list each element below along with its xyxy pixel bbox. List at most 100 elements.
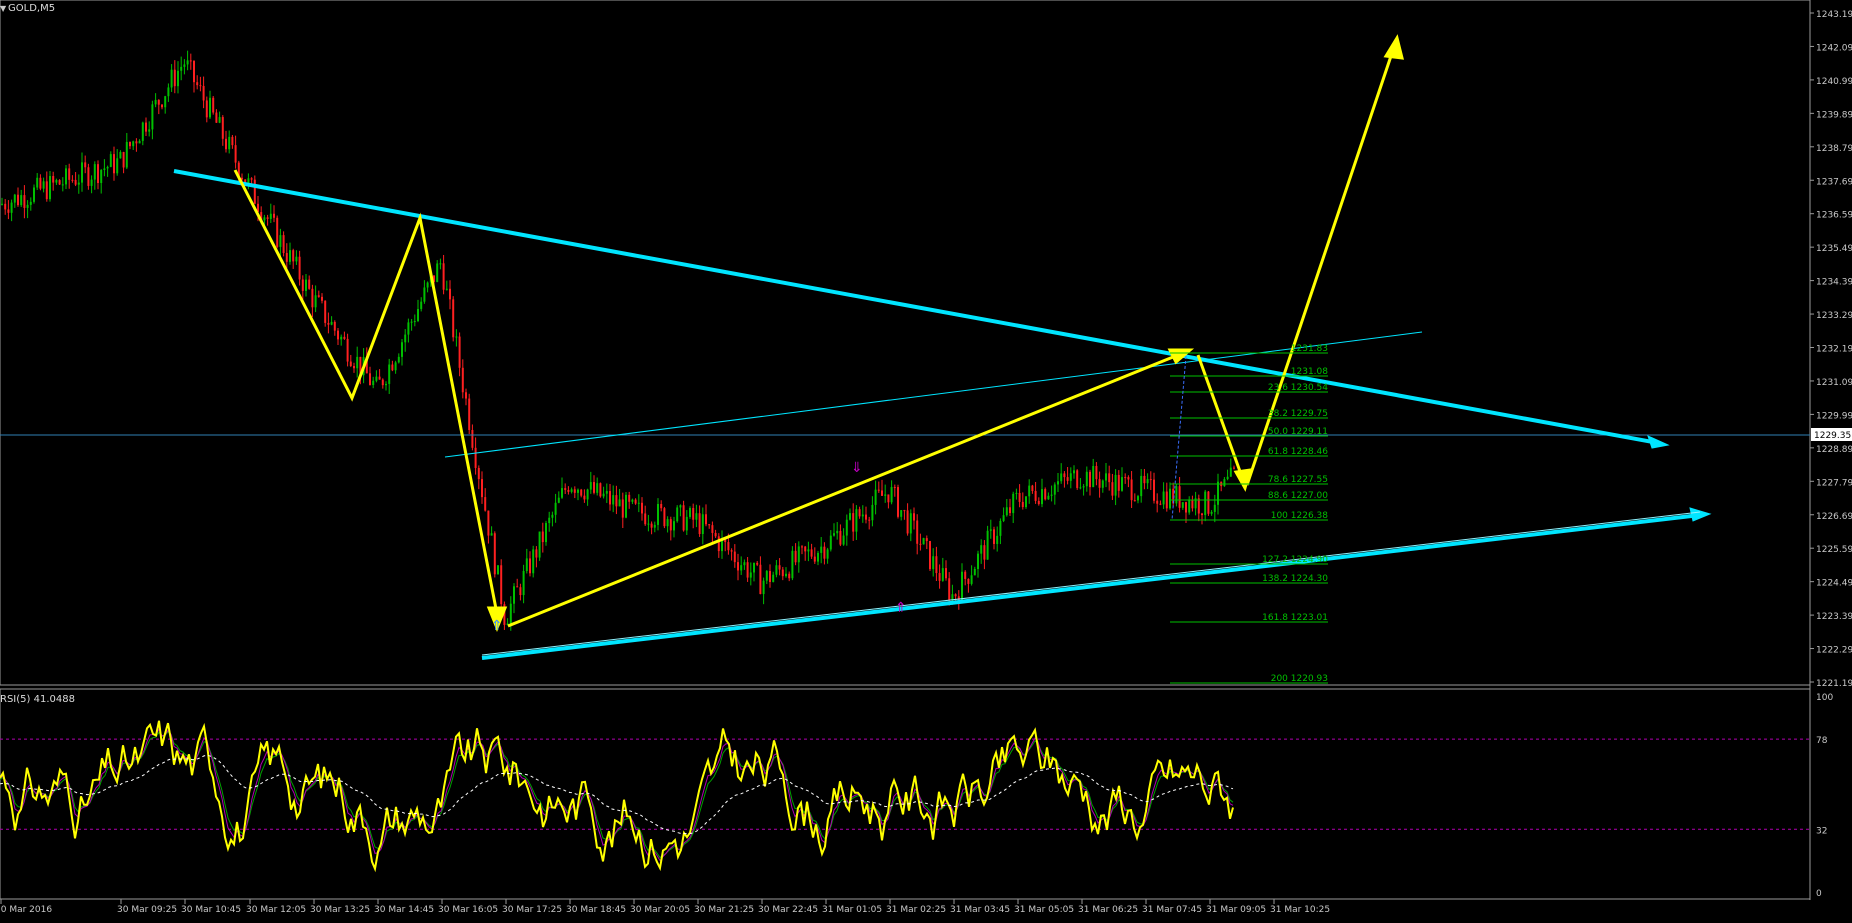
- candle-body: [605, 491, 608, 494]
- price-tick-label: 1237.69: [1816, 177, 1852, 187]
- candle-body: [1028, 485, 1031, 497]
- price-tick-label: 1228.89: [1816, 445, 1852, 455]
- candle-body: [701, 514, 704, 535]
- candle-body: [602, 493, 605, 497]
- candle-body: [653, 524, 656, 528]
- fib-level-label: 88.6 1227.00: [1268, 491, 1328, 501]
- candle-body: [711, 525, 714, 533]
- candle-body: [154, 99, 157, 105]
- thin-lower-line[interactable]: [481, 511, 1701, 656]
- candle-body: [388, 364, 391, 384]
- candle-body: [689, 508, 691, 517]
- candle-body: [977, 553, 979, 569]
- candle-body: [1012, 493, 1015, 514]
- time-tick-label: 30 Mar 21:25: [694, 905, 754, 915]
- chart-symbol-icon: ▼: [0, 4, 7, 13]
- price-chart[interactable]: 1243.19 1242.09 1240.99 1239.89 1238.79 1237.…: [0, 0, 1852, 923]
- price-tick-label: 1226.69: [1816, 512, 1852, 522]
- candle-body: [113, 154, 115, 174]
- candle-body: [497, 565, 499, 575]
- time-tick-label: 31 Mar 07:45: [1142, 905, 1202, 915]
- candle-body: [970, 575, 973, 584]
- candle-body: [781, 569, 784, 577]
- candle-body: [573, 489, 576, 493]
- price-tick-label: 1239.89: [1816, 110, 1852, 120]
- candle-body: [785, 573, 787, 577]
- candle-body: [1127, 477, 1130, 480]
- thin-channel-line[interactable]: [444, 331, 1423, 458]
- price-tick-label: 1229.99: [1816, 411, 1852, 421]
- candle-body: [836, 530, 839, 534]
- candle-body: [913, 513, 915, 521]
- candle-body: [740, 565, 743, 571]
- candle-body: [1015, 492, 1018, 494]
- candle-body: [609, 491, 611, 505]
- candle-body: [289, 250, 291, 262]
- candle-body: [631, 499, 634, 502]
- candle-body: [797, 546, 800, 563]
- wave-pullback[interactable]: [1196, 354, 1244, 478]
- candle-body: [1105, 473, 1107, 481]
- candle-body: [791, 550, 794, 579]
- candle-body: [897, 487, 899, 517]
- candle-body: [23, 195, 26, 208]
- fibonacci-levels[interactable]: 1231.83 1231.08 23.6 1230.54 38.2 1229.75 50…: [1170, 344, 1328, 684]
- wave-breakout[interactable]: [1245, 49, 1395, 486]
- candle-body: [986, 530, 989, 560]
- wave-zigzag[interactable]: [233, 169, 499, 615]
- candle-body: [266, 217, 269, 219]
- candle-body: [186, 60, 189, 65]
- candle-body: [1009, 507, 1011, 514]
- candle-body: [580, 489, 583, 496]
- price-tick-label: 1240.99: [1816, 77, 1852, 87]
- descending-trendline[interactable]: [173, 169, 1659, 445]
- candle-body: [714, 532, 717, 537]
- candle-body: [1047, 495, 1050, 500]
- candle-body: [346, 338, 349, 362]
- candle-body: [298, 256, 301, 280]
- candle-body: [311, 288, 314, 308]
- candle-body: [269, 213, 272, 219]
- candle-body: [90, 179, 93, 186]
- time-tick-label: 31 Mar 09:05: [1206, 905, 1266, 915]
- candle-body: [743, 562, 746, 566]
- candle-body: [407, 322, 410, 335]
- candle-body: [292, 250, 295, 262]
- fib-level-label: 161.8 1223.01: [1262, 613, 1328, 623]
- candle-body: [65, 168, 67, 185]
- trendlines[interactable]: [173, 169, 1712, 660]
- candle-body: [391, 364, 394, 371]
- fib-level-label: 50.0 1229.11: [1268, 427, 1328, 437]
- candle-body: [452, 299, 455, 338]
- candle-body: [625, 494, 627, 518]
- candle-body: [695, 513, 698, 520]
- candle-body: [554, 502, 557, 515]
- candle-body: [180, 66, 183, 71]
- candle-body: [1121, 477, 1123, 491]
- candle-body: [1092, 465, 1095, 488]
- candle-body: [1175, 486, 1178, 504]
- time-tick-label: 30 Mar 22:45: [758, 905, 818, 915]
- candle-body: [426, 282, 429, 288]
- candle-body: [849, 513, 851, 520]
- candle-body: [993, 529, 995, 544]
- candle-body: [164, 96, 167, 108]
- candle-body: [276, 217, 279, 247]
- time-tick-label: 30 Mar 17:25: [502, 905, 562, 915]
- wave-pattern[interactable]: [233, 34, 1404, 633]
- candle-body: [436, 263, 439, 282]
- candle-body: [173, 69, 176, 87]
- candle-body: [1197, 498, 1200, 514]
- candle-body: [529, 558, 531, 574]
- candle-body: [349, 361, 352, 367]
- candle-body: [634, 499, 637, 504]
- time-tick-label: 31 Mar 03:45: [950, 905, 1010, 915]
- candle-body: [125, 141, 128, 168]
- candle-body: [1169, 488, 1171, 509]
- ascending-trendline[interactable]: [481, 513, 1701, 660]
- candle-body: [1153, 479, 1155, 501]
- candle-body: [932, 556, 935, 570]
- candle-body: [215, 112, 218, 123]
- candle-body: [647, 523, 650, 525]
- candle-body: [954, 594, 957, 597]
